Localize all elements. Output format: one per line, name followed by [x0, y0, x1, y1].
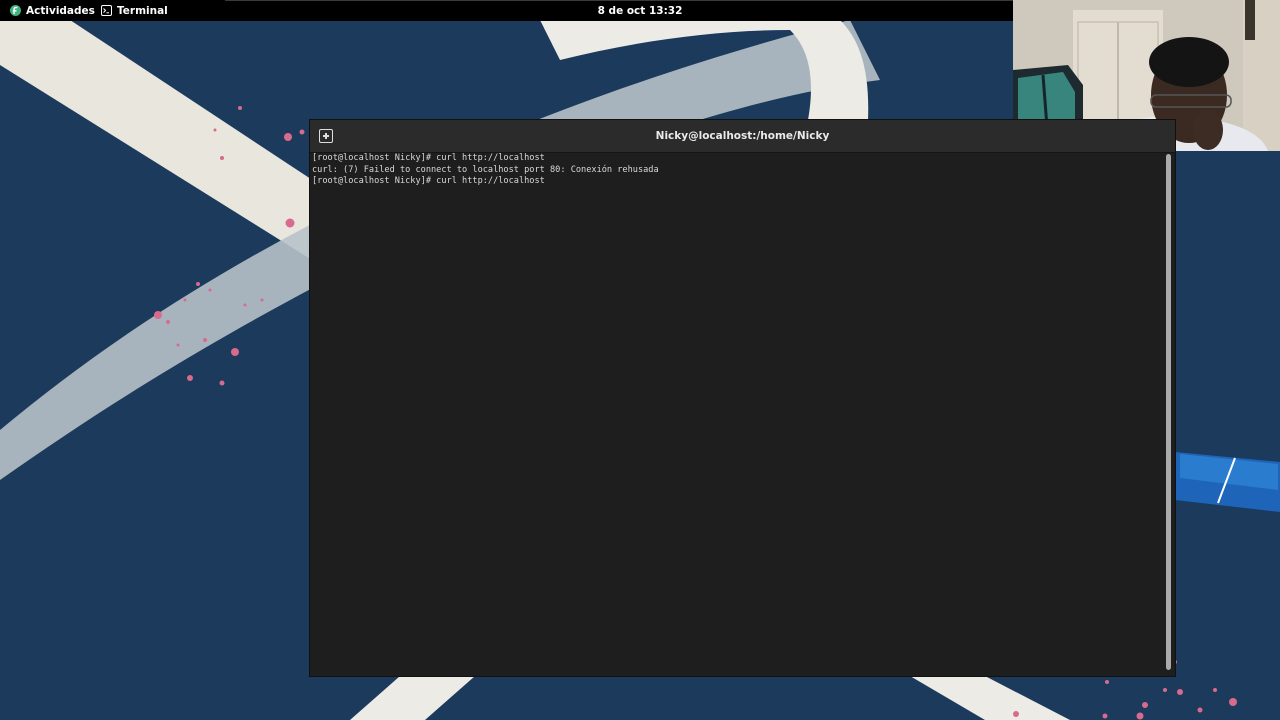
terminal-window[interactable]: Nicky@localhost:/home/Nicky [root@localh…: [310, 120, 1175, 676]
terminal-output[interactable]: [root@localhost Nicky]# curl http://loca…: [312, 153, 1162, 673]
desktop: Actividades Terminal 8 de oct 13:32 Nick…: [0, 0, 1280, 720]
terminal-line: [root@localhost Nicky]# curl http://loca…: [312, 176, 545, 186]
top-bar: Actividades Terminal 8 de oct 13:32: [0, 0, 1013, 21]
terminal-line: [root@localhost Nicky]# curl http://loca…: [312, 153, 545, 163]
terminal-header-bar[interactable]: Nicky@localhost:/home/Nicky: [310, 120, 1175, 153]
terminal-window-title: Nicky@localhost:/home/Nicky: [655, 130, 830, 142]
new-tab-icon[interactable]: [319, 129, 333, 143]
clock-text: 8 de oct 13:32: [597, 4, 683, 17]
terminal-scrollbar[interactable]: [1166, 154, 1171, 670]
terminal-line: curl: (7) Failed to connect to localhost…: [312, 164, 659, 175]
